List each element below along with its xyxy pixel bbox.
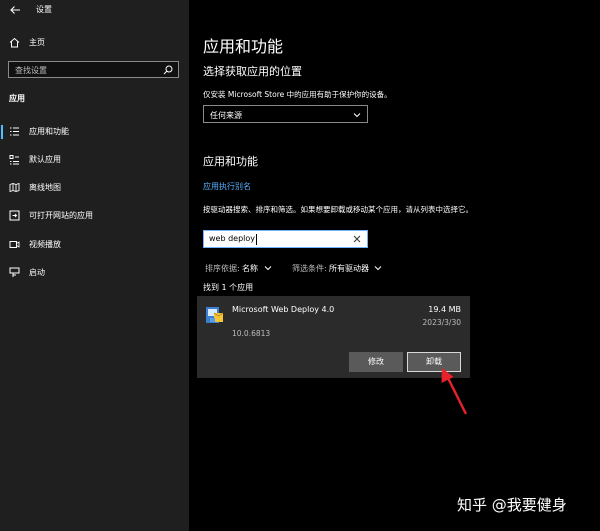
- search-icon[interactable]: [163, 65, 173, 75]
- sidebar-section-label: 应用: [9, 93, 25, 104]
- settings-search-input[interactable]: 查找设置: [8, 61, 179, 78]
- filter-by-dropdown[interactable]: 所有驱动器: [329, 263, 369, 274]
- sidebar-item-offline-maps[interactable]: 离线地图: [0, 180, 189, 196]
- sidebar-item-label: 视频播放: [29, 239, 61, 250]
- sidebar-item-startup[interactable]: 启动: [0, 265, 189, 281]
- video-icon: [9, 239, 20, 250]
- found-count: 找到 1 个应用: [203, 282, 253, 293]
- clear-icon[interactable]: [353, 235, 361, 243]
- chevron-down-icon[interactable]: [264, 264, 272, 272]
- sidebar: 设置 主页 查找设置 应用 应用和功能: [0, 0, 189, 531]
- selection-indicator: [1, 125, 3, 139]
- install-location-description: 仅安装 Microsoft Store 中的应用有助于保护你的设备。: [203, 89, 392, 100]
- window-title: 设置: [36, 4, 52, 15]
- installer-package-icon: [205, 305, 225, 325]
- sidebar-item-label: 应用和功能: [29, 126, 69, 137]
- install-source-dropdown[interactable]: 任何来源: [203, 105, 368, 123]
- settings-search-placeholder: 查找设置: [15, 65, 47, 76]
- app-search-input[interactable]: web deploy: [203, 230, 368, 248]
- sidebar-item-apps-features[interactable]: 应用和功能: [0, 124, 189, 140]
- default-apps-icon: [9, 154, 20, 165]
- sidebar-item-label: 离线地图: [29, 182, 61, 193]
- open-website-icon: [9, 210, 20, 221]
- nav-home[interactable]: 主页: [0, 35, 189, 51]
- red-arrow-annotation: [436, 366, 470, 416]
- app-search-value: web deploy: [209, 234, 255, 243]
- sidebar-item-video-playback[interactable]: 视频播放: [0, 237, 189, 253]
- sidebar-item-label: 启动: [29, 267, 45, 278]
- chevron-down-icon[interactable]: [374, 264, 382, 272]
- text-caret: [256, 234, 257, 245]
- sort-by-dropdown[interactable]: 名称: [242, 263, 258, 274]
- watermark: 知乎 @我要健身: [457, 494, 567, 515]
- sidebar-item-apps-for-websites[interactable]: 可打开网站的应用: [0, 208, 189, 224]
- install-location-title: 选择获取应用的位置: [203, 63, 302, 79]
- chevron-down-icon: [353, 111, 361, 119]
- app-execution-alias-link[interactable]: 应用执行别名: [203, 181, 251, 192]
- sort-by-label: 排序依据:: [205, 263, 240, 274]
- sidebar-item-label: 可打开网站的应用: [29, 210, 93, 221]
- apps-help-text: 按驱动器搜索、排序和筛选。如果想要卸载或移动某个应用，请从列表中选择它。: [203, 204, 473, 215]
- map-icon: [9, 182, 20, 193]
- page-title: 应用和功能: [203, 33, 283, 57]
- back-arrow-icon[interactable]: [9, 4, 21, 16]
- nav-home-label: 主页: [29, 37, 45, 48]
- home-icon: [9, 37, 20, 48]
- startup-icon: [9, 267, 20, 278]
- app-name: Microsoft Web Deploy 4.0: [232, 305, 334, 314]
- sidebar-item-label: 默认应用: [29, 154, 61, 165]
- settings-window: 设置 主页 查找设置 应用 应用和功能: [0, 0, 600, 531]
- app-size: 19.4 MB: [428, 305, 461, 314]
- app-version: 10.0.6813: [232, 329, 270, 338]
- apps-section-title: 应用和功能: [203, 153, 258, 169]
- sidebar-item-default-apps[interactable]: 默认应用: [0, 152, 189, 168]
- modify-button[interactable]: 修改: [349, 352, 403, 372]
- app-install-date: 2023/3/30: [423, 318, 461, 327]
- apps-list-icon: [9, 126, 20, 137]
- install-source-value: 任何来源: [210, 110, 242, 121]
- filter-by-label: 筛选条件:: [292, 263, 327, 274]
